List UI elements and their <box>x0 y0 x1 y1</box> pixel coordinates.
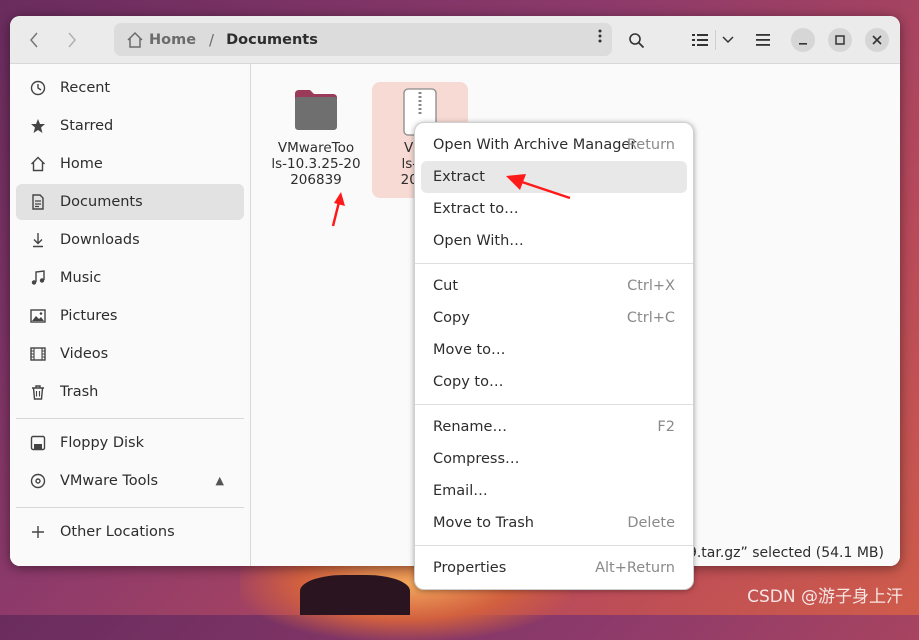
clock-icon <box>30 80 46 96</box>
path-menu-button[interactable] <box>598 29 602 47</box>
trash-icon <box>30 384 46 400</box>
video-icon <box>30 346 46 362</box>
menu-item-move-to-trash[interactable]: Move to Trash Delete <box>421 507 687 539</box>
document-icon <box>30 194 46 210</box>
download-icon <box>30 232 46 248</box>
sidebar-item-pictures[interactable]: Pictures <box>16 298 244 334</box>
close-button[interactable] <box>865 28 889 52</box>
chevron-down-icon <box>722 36 734 44</box>
menu-separator <box>415 404 693 405</box>
sidebar-item-documents[interactable]: Documents <box>16 184 244 220</box>
sidebar-item-recent[interactable]: Recent <box>16 70 244 106</box>
minimize-icon <box>799 43 807 45</box>
disc-icon <box>30 473 46 489</box>
floppy-icon <box>30 435 46 451</box>
home-icon <box>30 156 46 172</box>
menu-item-copy[interactable]: Copy Ctrl+C <box>421 302 687 334</box>
menu-item-open-with-archive-manager[interactable]: Open With Archive Manager Return <box>421 129 687 161</box>
plus-icon <box>30 524 46 540</box>
sidebar-item-label: Videos <box>60 346 109 362</box>
menu-item-rename[interactable]: Rename… F2 <box>421 411 687 443</box>
menu-item-cut[interactable]: Cut Ctrl+X <box>421 270 687 302</box>
menu-separator <box>415 545 693 546</box>
sidebar-item-music[interactable]: Music <box>16 260 244 296</box>
vertical-dots-icon <box>598 29 602 43</box>
header-bar: Home / Documents <box>10 16 900 64</box>
sidebar-item-label: Trash <box>60 384 99 400</box>
close-icon <box>872 35 882 45</box>
eject-icon[interactable]: ▲ <box>216 474 224 487</box>
menu-item-email[interactable]: Email… <box>421 475 687 507</box>
annotation-arrow-left-icon <box>506 174 571 200</box>
sidebar-item-label: Documents <box>60 194 143 210</box>
list-view-icon <box>692 34 708 46</box>
sidebar: Recent Starred Home Documents Downloads … <box>10 64 251 566</box>
chevron-right-icon <box>68 32 76 48</box>
watermark: CSDN @游子身上汗 <box>747 587 903 607</box>
path-separator: / <box>209 30 215 49</box>
menu-item-open-with[interactable]: Open With… <box>421 225 687 257</box>
path-home[interactable]: Home <box>149 32 196 48</box>
menu-item-properties[interactable]: Properties Alt+Return <box>421 552 687 584</box>
back-button[interactable] <box>20 26 48 54</box>
pictures-icon <box>30 308 46 324</box>
search-icon <box>628 32 644 48</box>
music-icon <box>30 270 46 286</box>
sidebar-item-label: Music <box>60 270 102 286</box>
sidebar-item-trash[interactable]: Trash <box>16 374 244 410</box>
status-text: 39.tar.gz” selected (54.1 MB) <box>679 545 884 561</box>
home-icon <box>127 31 143 48</box>
main-menu-button[interactable] <box>751 28 775 52</box>
star-icon <box>30 118 46 134</box>
menu-separator <box>415 263 693 264</box>
sidebar-item-label: Downloads <box>60 232 140 248</box>
maximize-icon <box>835 35 845 45</box>
sidebar-item-label: Pictures <box>60 308 118 324</box>
sidebar-item-label: Starred <box>60 118 114 134</box>
forward-button[interactable] <box>58 26 86 54</box>
folder-icon <box>295 90 337 130</box>
annotation-arrow-up-icon <box>331 192 345 227</box>
wallpaper-decoration-dark <box>300 575 410 615</box>
menu-item-copy-to[interactable]: Copy to… <box>421 366 687 398</box>
sidebar-separator <box>16 507 244 508</box>
file-label: VMwareToo ls-10.3.25-20 206839 <box>271 140 361 188</box>
sidebar-item-label: Home <box>60 156 103 172</box>
menu-item-compress[interactable]: Compress… <box>421 443 687 475</box>
sidebar-item-label: Recent <box>60 80 111 96</box>
file-item-folder[interactable]: VMwareToo ls-10.3.25-20 206839 <box>268 84 364 188</box>
search-button[interactable] <box>624 28 648 52</box>
view-options-button[interactable] <box>716 28 740 52</box>
chevron-left-icon <box>30 32 38 48</box>
sidebar-item-label: Floppy Disk <box>60 435 144 451</box>
minimize-button[interactable] <box>791 28 815 52</box>
sidebar-item-label: VMware Tools <box>60 473 159 489</box>
sidebar-item-label: Other Locations <box>60 524 175 540</box>
view-list-button[interactable] <box>688 28 712 52</box>
sidebar-item-home[interactable]: Home <box>16 146 244 182</box>
sidebar-item-downloads[interactable]: Downloads <box>16 222 244 258</box>
path-current[interactable]: Documents <box>226 32 318 48</box>
sidebar-item-vmware-tools[interactable]: VMware Tools ▲ <box>16 463 244 499</box>
sidebar-item-floppy-disk[interactable]: Floppy Disk <box>16 425 244 461</box>
sidebar-item-starred[interactable]: Starred <box>16 108 244 144</box>
maximize-button[interactable] <box>828 28 852 52</box>
sidebar-item-other-locations[interactable]: Other Locations <box>16 514 244 550</box>
menu-item-move-to[interactable]: Move to… <box>421 334 687 366</box>
path-bar[interactable]: Home / Documents <box>114 23 612 56</box>
sidebar-item-videos[interactable]: Videos <box>16 336 244 372</box>
hamburger-icon <box>756 34 770 46</box>
sidebar-separator <box>16 418 244 419</box>
